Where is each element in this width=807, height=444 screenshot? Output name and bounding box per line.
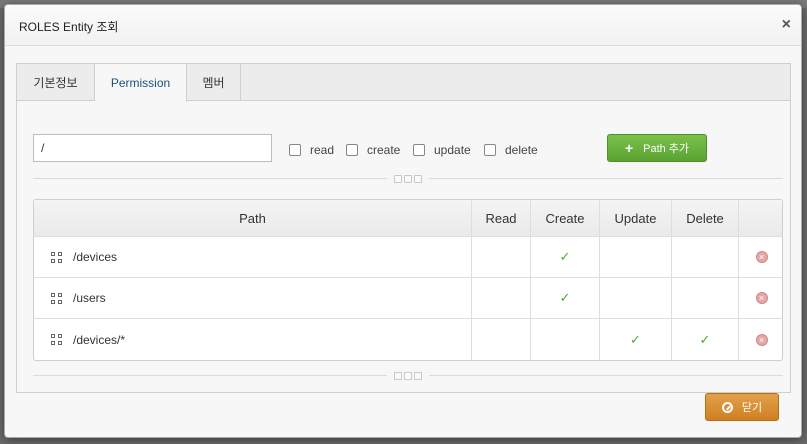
delete-cell: ✓: [672, 319, 739, 360]
delete-checkbox-label: delete: [505, 143, 538, 157]
check-icon: ✓: [699, 331, 711, 347]
read-cell: [472, 237, 531, 277]
tab-panel: 기본정보 Permission 멤버 read create update de…: [16, 63, 791, 393]
path-cell: /users: [34, 278, 472, 318]
grid-icon: [51, 292, 62, 304]
update-cell: [600, 237, 672, 277]
table-row: /users ✓ ×: [34, 278, 782, 319]
action-cell: ×: [739, 237, 784, 277]
table-header-row: Path Read Create Update Delete: [34, 200, 782, 237]
path-cell: /devices/*: [34, 319, 472, 360]
update-cell: ✓: [600, 319, 672, 360]
header-read: Read: [472, 200, 531, 236]
dialog-header: ROLES Entity 조회 ×: [5, 5, 801, 46]
dialog-title: ROLES Entity 조회: [19, 20, 119, 34]
update-cell: [600, 278, 672, 318]
create-cell: [531, 319, 600, 360]
close-icon[interactable]: ×: [782, 16, 791, 34]
grid-icon: [51, 251, 62, 263]
roles-entity-dialog: ROLES Entity 조회 × 기본정보 Permission 멤버 rea…: [4, 4, 802, 438]
header-create: Create: [531, 200, 600, 236]
ban-icon: [721, 401, 733, 413]
close-button-label: 닫기: [741, 402, 763, 414]
table-row: /devices ✓ ×: [34, 237, 782, 278]
remove-icon[interactable]: ×: [755, 333, 768, 346]
check-icon: ✓: [630, 331, 641, 347]
resize-grip-top[interactable]: [387, 173, 429, 184]
remove-icon[interactable]: ×: [755, 251, 768, 263]
update-checkbox-label: update: [434, 143, 471, 157]
update-checkbox[interactable]: [413, 144, 425, 156]
resize-grip-bottom[interactable]: [387, 370, 429, 381]
create-checkbox[interactable]: [346, 144, 358, 156]
add-path-button[interactable]: + Path 추가: [607, 134, 707, 162]
header-path: Path: [34, 200, 472, 236]
table-row: /devices/* ✓ ✓ ×: [34, 319, 782, 360]
header-update: Update: [600, 200, 672, 236]
delete-cell: [672, 237, 739, 277]
grid-icon: [51, 334, 62, 345]
add-path-button-label: Path 추가: [643, 143, 690, 155]
permission-table: Path Read Create Update Delete /devices …: [33, 199, 783, 361]
create-cell: ✓: [531, 278, 600, 318]
header-delete: Delete: [672, 200, 739, 236]
read-checkbox[interactable]: [289, 144, 301, 156]
read-cell: [472, 319, 531, 360]
path-text: /devices/*: [73, 332, 126, 347]
tab-permission[interactable]: Permission: [95, 64, 187, 102]
path-text: /devices: [73, 250, 118, 264]
create-checkbox-label: create: [367, 143, 401, 157]
plus-icon: +: [624, 140, 634, 156]
create-cell: ✓: [531, 237, 600, 277]
action-cell: ×: [739, 278, 784, 318]
tab-basic-info[interactable]: 기본정보: [17, 64, 95, 101]
path-cell: /devices: [34, 237, 472, 277]
read-checkbox-label: read: [310, 143, 335, 157]
delete-checkbox[interactable]: [484, 144, 496, 156]
remove-icon[interactable]: ×: [755, 292, 768, 304]
action-cell: ×: [739, 319, 784, 360]
read-cell: [472, 278, 531, 318]
delete-cell: [672, 278, 739, 318]
tab-members[interactable]: 멤버: [187, 64, 241, 101]
tab-bar: 기본정보 Permission 멤버: [17, 64, 790, 102]
path-input[interactable]: [33, 134, 272, 162]
header-action: [739, 200, 784, 236]
close-button[interactable]: 닫기: [705, 393, 779, 421]
check-icon: ✓: [559, 249, 571, 264]
check-icon: ✓: [559, 290, 571, 305]
path-text: /users: [73, 291, 106, 305]
